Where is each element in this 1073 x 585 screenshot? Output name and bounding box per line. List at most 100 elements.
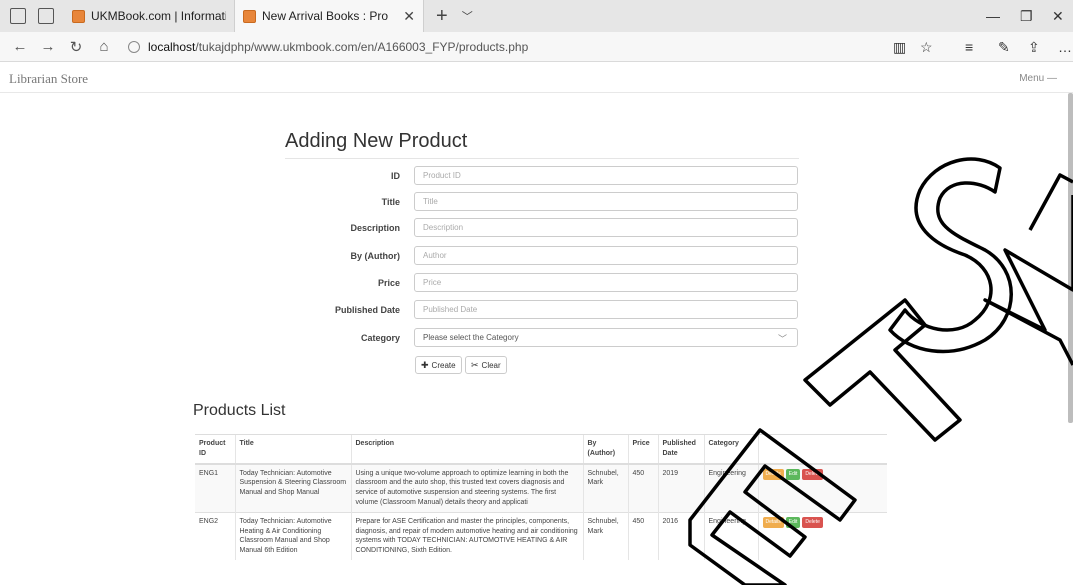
- cell-id: ENG2: [195, 511, 235, 560]
- tab-preview-icon[interactable]: [10, 8, 26, 24]
- cell-price: 450: [627, 511, 658, 560]
- form-row-published-date: Published Date: [290, 300, 800, 322]
- site-info-icon[interactable]: [128, 40, 140, 53]
- more-options-icon[interactable]: …: [1058, 39, 1072, 55]
- cell-category: Engineering: [703, 511, 758, 560]
- browser-tab-bar: UKMBook.com | Informatior New Arrival Bo…: [0, 0, 1073, 32]
- site-favicon-icon: [72, 9, 85, 23]
- author-input[interactable]: [414, 246, 798, 265]
- delete-button[interactable]: Delete: [802, 516, 823, 528]
- chevron-down-icon: ﹀: [777, 334, 787, 344]
- description-label: Description: [350, 223, 400, 233]
- cell-date: 2016: [657, 511, 704, 560]
- details-button[interactable]: Details: [762, 516, 784, 528]
- clear-button-label: Clear: [481, 360, 501, 370]
- clear-button[interactable]: ✂ Clear: [465, 356, 507, 374]
- description-input[interactable]: [414, 218, 798, 237]
- column-header: By (Author): [582, 433, 628, 465]
- cell-title: Today Technician: Automotive Heating & A…: [234, 511, 351, 560]
- form-row-category: Category Please select the Category ﹀: [290, 328, 800, 350]
- minimize-icon[interactable]: —: [986, 8, 1000, 24]
- site-favicon-icon: [243, 9, 256, 23]
- cell-date: 2019: [657, 463, 704, 513]
- menu-dropdown[interactable]: Menu —: [1019, 73, 1057, 84]
- column-header-actions: [757, 433, 887, 465]
- set-aside-tabs-icon[interactable]: [38, 8, 54, 24]
- cell-description: Prepare for ASE Certification and master…: [350, 511, 583, 560]
- column-header: Product ID: [195, 433, 235, 465]
- author-label: By (Author): [350, 251, 401, 261]
- form-title: Adding New Product: [285, 130, 468, 152]
- column-header: Published Date: [657, 433, 704, 465]
- column-header: Title: [234, 433, 351, 465]
- watermark-letter-m: [983, 195, 1073, 366]
- back-icon[interactable]: ←: [6, 38, 34, 55]
- watermark-letter-t: [803, 298, 962, 442]
- clear-icon: ✂: [471, 359, 479, 370]
- form-row-id: ID: [290, 166, 800, 188]
- tab-label: UKMBook.com | Informatior: [91, 9, 226, 23]
- watermark-letter-s: [888, 157, 1013, 354]
- products-list-title: Products List: [193, 402, 286, 419]
- watermark-letter-m-upper: [1028, 173, 1073, 231]
- reading-view-icon[interactable]: ▥: [893, 39, 906, 56]
- table-header-row: Product ID Title Description By (Author)…: [195, 433, 887, 465]
- cell-author: Schnubel, Mark: [582, 511, 628, 560]
- plus-icon: ✚: [421, 359, 429, 370]
- id-label: ID: [391, 171, 400, 181]
- products-table: Product ID Title Description By (Author)…: [195, 433, 887, 560]
- browser-address-bar: ← → ↻ ⌂ localhost/tukajdphp/www.ukmbook.…: [0, 32, 1073, 62]
- title-divider: [285, 158, 799, 159]
- create-button-label: Create: [431, 360, 456, 370]
- product-id-input[interactable]: [414, 166, 798, 185]
- title-label: Title: [381, 197, 400, 207]
- category-select[interactable]: Please select the Category ﹀: [414, 328, 798, 347]
- published-date-label: Published Date: [334, 305, 400, 315]
- form-row-author: By (Author): [290, 246, 800, 268]
- forward-icon[interactable]: →: [34, 38, 62, 55]
- edit-button[interactable]: Edit: [785, 516, 801, 528]
- cell-title: Today Technician: Automotive Suspension …: [234, 463, 351, 513]
- cell-author: Schnubel, Mark: [582, 463, 628, 513]
- create-button[interactable]: ✚ Create: [415, 356, 462, 374]
- site-brand[interactable]: Librarian Store: [9, 71, 88, 87]
- category-label: Category: [360, 333, 400, 343]
- favorite-star-icon[interactable]: ☆: [920, 39, 933, 56]
- cell-actions: Details Edit Delete: [757, 511, 887, 560]
- published-date-input[interactable]: [414, 300, 798, 319]
- web-note-icon[interactable]: ✎: [998, 39, 1010, 56]
- chevron-down-icon[interactable]: ﹀: [462, 8, 473, 24]
- url-path: /tukajdphp/www.ukmbook.com/en/A166003_FY…: [195, 39, 529, 54]
- form-row-price: Price: [290, 273, 800, 295]
- column-header: Description: [350, 433, 583, 465]
- maximize-icon[interactable]: ❐: [1020, 8, 1033, 25]
- close-window-icon[interactable]: ✕: [1052, 8, 1064, 25]
- title-input[interactable]: [414, 192, 798, 211]
- browser-tab[interactable]: UKMBook.com | Informatior: [64, 0, 234, 32]
- close-tab-icon[interactable]: ✕: [403, 8, 415, 25]
- delete-button[interactable]: Delete: [802, 468, 823, 480]
- column-header: Price: [627, 433, 658, 465]
- form-row-title: Title: [290, 192, 800, 214]
- column-header: Category: [703, 433, 758, 465]
- cell-id: ENG1: [195, 463, 235, 513]
- details-button[interactable]: Details: [762, 468, 784, 480]
- new-tab-button[interactable]: +: [436, 6, 448, 26]
- cell-category: Engineering: [703, 463, 758, 513]
- cell-price: 450: [627, 463, 658, 513]
- site-navbar: Librarian Store Menu —: [0, 63, 1073, 93]
- tab-label: New Arrival Books : Pro: [262, 9, 389, 23]
- price-input[interactable]: [414, 273, 798, 292]
- table-row: ENG2 Today Technician: Automotive Heatin…: [195, 511, 887, 560]
- favorites-hub-icon[interactable]: ≡: [965, 39, 973, 55]
- cell-actions: Details Edit Delete: [757, 463, 887, 513]
- form-row-description: Description: [290, 218, 800, 240]
- share-icon[interactable]: ⇪: [1028, 39, 1040, 56]
- home-icon[interactable]: ⌂: [90, 38, 118, 55]
- refresh-icon[interactable]: ↻: [62, 38, 90, 56]
- page-scrollbar[interactable]: [1068, 93, 1073, 423]
- url-field[interactable]: localhost/tukajdphp/www.ukmbook.com/en/A…: [128, 40, 528, 54]
- browser-tab-active[interactable]: New Arrival Books : Pro ✕: [234, 0, 424, 32]
- price-label: Price: [377, 278, 400, 288]
- edit-button[interactable]: Edit: [785, 468, 801, 480]
